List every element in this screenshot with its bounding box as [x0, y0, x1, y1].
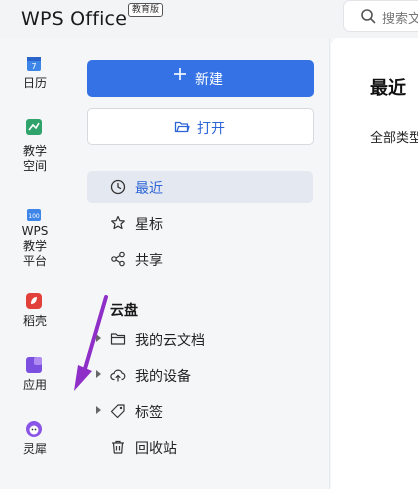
rail-label-teaching-space: 教学 空间 — [22, 144, 47, 173]
main-content: 最近 全部类型 — [331, 38, 418, 489]
teaching-platform-icon: 100 — [27, 209, 41, 221]
nav-item-label: 最近 — [135, 181, 163, 197]
search-input[interactable]: 搜索文 — [343, 0, 418, 32]
rail-label-docer: 稻壳 — [22, 314, 47, 328]
rail-label-calendar: 日历 — [22, 76, 47, 90]
app-rail: 7 日历 教学 空间 100 WPS 教学 平台 稻壳 应用 灵犀 — [0, 38, 70, 489]
search-placeholder: 搜索文 — [382, 12, 418, 27]
annotation-arrow-icon — [74, 295, 108, 391]
page-title: 最近 — [370, 78, 406, 99]
lingxi-icon — [26, 421, 42, 437]
nav-item-label: 标签 — [135, 405, 163, 421]
new-button-label: 新建 — [195, 72, 223, 88]
svg-text:100: 100 — [28, 213, 40, 220]
nav-item-tags[interactable]: 标签 — [87, 395, 313, 427]
new-button[interactable]: 新建 — [87, 60, 314, 97]
nav-item-shared[interactable]: 共享 — [87, 243, 313, 275]
star-icon — [111, 215, 125, 230]
calendar-icon: 7 — [27, 57, 41, 71]
nav-item-label: 我的设备 — [135, 369, 191, 385]
cloud-section-title: 云盘 — [110, 303, 138, 319]
app-title: WPS Office — [21, 8, 128, 30]
navigation-panel: 新建 打开 最近 星标 共享 云盘 我的云文档 我的设备 标签 回收站 — [70, 38, 330, 489]
chevron-right-icon[interactable] — [96, 406, 101, 414]
nav-item-my-cloud-docs[interactable]: 我的云文档 — [87, 323, 313, 355]
nav-item-label: 星标 — [135, 217, 163, 233]
svg-text:7: 7 — [31, 62, 36, 71]
nav-item-recent[interactable]: 最近 — [87, 171, 313, 203]
nav-item-starred[interactable]: 星标 — [87, 207, 313, 239]
trash-icon — [112, 440, 124, 454]
folder-icon — [110, 333, 126, 345]
plus-icon — [174, 68, 186, 80]
tag-icon — [110, 404, 125, 419]
search-icon — [361, 9, 376, 24]
open-button-label: 打开 — [197, 121, 225, 137]
cloud-upload-icon — [110, 369, 126, 382]
folder-open-icon — [174, 121, 190, 133]
open-button[interactable]: 打开 — [87, 108, 314, 145]
clock-icon — [110, 179, 126, 195]
apps-icon — [26, 357, 42, 373]
nav-item-label: 共享 — [135, 253, 163, 269]
docer-icon — [26, 293, 42, 309]
type-filter[interactable]: 全部类型 — [370, 127, 418, 146]
rail-label-lingxi: 灵犀 — [22, 442, 47, 456]
teaching-space-icon — [26, 119, 42, 135]
rail-label-apps: 应用 — [22, 378, 47, 392]
nav-item-my-devices[interactable]: 我的设备 — [87, 359, 313, 391]
rail-label-teaching-platform: WPS 教学 平台 — [21, 224, 49, 268]
nav-item-label: 回收站 — [135, 441, 177, 457]
nav-item-label: 我的云文档 — [135, 333, 205, 349]
edition-badge: 教育版 — [128, 3, 164, 17]
nav-item-recycle-bin[interactable]: 回收站 — [87, 431, 313, 463]
top-bar: WPS Office 教育版 搜索文 — [0, 0, 418, 38]
share-icon — [111, 251, 125, 267]
